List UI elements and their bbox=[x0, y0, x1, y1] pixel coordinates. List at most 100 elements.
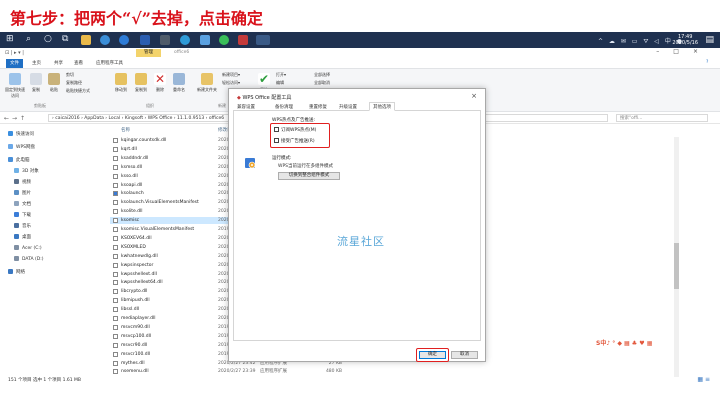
tab-upgrade[interactable]: 升级设置 bbox=[339, 104, 357, 110]
new-item-button[interactable]: 新建项目▾ bbox=[222, 72, 240, 78]
sidebar-item[interactable]: Acer (C:) bbox=[14, 245, 42, 251]
group-new: 新建 bbox=[218, 103, 226, 108]
sidebar-item[interactable]: 图片 bbox=[14, 190, 31, 196]
window-controls[interactable]: –□× bbox=[656, 48, 712, 55]
sidebar-item[interactable]: 此电脑 bbox=[8, 157, 30, 163]
tab-file[interactable]: 文件 bbox=[6, 59, 23, 68]
search-icon[interactable]: ⌕ bbox=[26, 34, 31, 44]
subscribe-hotspot-checkbox[interactable]: 订阅WPS热点(M) bbox=[274, 127, 316, 133]
window-title: office6 bbox=[174, 50, 190, 55]
select-all-button[interactable]: 全部选择 bbox=[314, 72, 330, 78]
store-icon[interactable] bbox=[140, 35, 150, 45]
help-icon[interactable]: ? bbox=[706, 60, 708, 65]
move-to-icon bbox=[115, 73, 127, 85]
checkbox-box[interactable] bbox=[274, 138, 279, 143]
sidebar-item[interactable]: 下载 bbox=[14, 212, 31, 218]
select-none-button[interactable]: 全部取消 bbox=[314, 80, 330, 86]
sidebar-item-label: 网络 bbox=[16, 270, 25, 275]
sidebar-item-label: 文档 bbox=[22, 202, 31, 207]
copy-path-button[interactable]: 复制路径 bbox=[66, 80, 82, 86]
sidebar-item[interactable]: 文档 bbox=[14, 201, 31, 207]
file-icon bbox=[113, 271, 118, 277]
notification-icon[interactable]: ▤ bbox=[705, 35, 714, 45]
file-icon bbox=[113, 235, 118, 241]
tab-view[interactable]: 查看 bbox=[74, 60, 83, 66]
tab-backup[interactable]: 备份清理 bbox=[275, 104, 293, 110]
media-icon[interactable] bbox=[180, 35, 190, 45]
tab-home[interactable]: 主页 bbox=[32, 60, 41, 66]
file-icon bbox=[113, 342, 118, 348]
delete-button[interactable]: ✕ 删除 bbox=[152, 73, 168, 93]
copy-button[interactable]: 复制 bbox=[28, 73, 44, 93]
ime-toolbar[interactable]: S中♪ ° ◆ ▦ ♣ ♥ ▦ bbox=[596, 338, 652, 347]
sidebar-item-label: 图片 bbox=[22, 191, 31, 196]
pin-button[interactable]: 固定到快速访问 bbox=[4, 73, 26, 99]
file-name: ksolaunch.VisualElementsManifest bbox=[121, 200, 199, 206]
taskbar: ⊞ ⌕ ○ ⧉ ^ ☁ ✉ ▭ ⛛ ◁ 中 ● 17:49 2020/5/16 … bbox=[0, 32, 720, 48]
tab-app-tools[interactable]: 应用程序工具 bbox=[96, 60, 123, 66]
tab-reset[interactable]: 重置修复 bbox=[309, 104, 327, 110]
paste-button[interactable]: 粘贴 bbox=[46, 73, 62, 93]
file-icon bbox=[113, 333, 118, 339]
edit-button[interactable]: 编辑 bbox=[276, 80, 284, 86]
wechat-icon[interactable] bbox=[219, 35, 229, 45]
close-icon[interactable]: × bbox=[471, 92, 477, 100]
folder-icon bbox=[8, 144, 13, 149]
ok-button[interactable]: 确定 bbox=[419, 351, 446, 359]
sidebar-item[interactable]: 3D 对象 bbox=[14, 168, 39, 174]
paste-shortcut-button[interactable]: 粘贴快捷方式 bbox=[66, 88, 90, 94]
windows-start-icon[interactable]: ⊞ bbox=[6, 34, 14, 44]
file-name: KSOXMLED bbox=[121, 244, 146, 250]
rename-button[interactable]: 重命名 bbox=[170, 73, 188, 93]
copy-to-button[interactable]: 复制到 bbox=[132, 73, 150, 93]
sidebar-item[interactable]: 快速访问 bbox=[8, 131, 34, 137]
manage-tab[interactable]: 管理 bbox=[136, 49, 161, 57]
sidebar-item-label: 音乐 bbox=[22, 224, 31, 229]
move-to-button[interactable]: 移动到 bbox=[112, 73, 130, 93]
switch-mode-button[interactable]: 切换到整合组件模式 bbox=[278, 172, 340, 180]
file-explorer-icon[interactable] bbox=[81, 35, 91, 45]
browser-icon[interactable] bbox=[119, 35, 129, 45]
sidebar-item[interactable]: 音乐 bbox=[14, 223, 31, 229]
watermark-text: 流星社区 bbox=[337, 235, 385, 248]
accept-ads-checkbox[interactable]: 接受广告推送(R) bbox=[274, 138, 315, 144]
open-button[interactable]: 打开▾ bbox=[276, 72, 286, 78]
nav-buttons[interactable]: ←→↑ bbox=[4, 115, 28, 122]
sidebar-item[interactable]: 网络 bbox=[8, 269, 25, 275]
edge-icon[interactable] bbox=[100, 35, 110, 45]
scrollbar-thumb[interactable] bbox=[674, 243, 679, 289]
sidebar-item[interactable]: DATA (D:) bbox=[14, 256, 44, 262]
cut-button[interactable]: 剪切 bbox=[66, 72, 74, 78]
wps-icon[interactable] bbox=[238, 35, 248, 45]
sidebar-item-label: 下载 bbox=[22, 213, 31, 218]
folder-icon bbox=[14, 256, 19, 261]
search-input[interactable]: 搜索"offi... bbox=[616, 114, 708, 122]
tab-compat[interactable]: 兼容设置 bbox=[237, 104, 255, 110]
view-toggle-icons[interactable]: ▦ ≡ bbox=[697, 376, 710, 383]
clock[interactable]: 17:49 2020/5/16 bbox=[672, 34, 698, 46]
file-name: ksoapi.dll bbox=[121, 182, 143, 188]
file-icon bbox=[113, 351, 118, 357]
sidebar-item[interactable]: 视频 bbox=[14, 179, 31, 185]
calculator-icon[interactable] bbox=[160, 35, 170, 45]
paste-icon bbox=[48, 73, 60, 85]
sidebar-item[interactable]: 桌面 bbox=[14, 234, 31, 240]
easy-access-button[interactable]: 轻松访问▾ bbox=[222, 80, 240, 86]
tab-other-options[interactable]: 其他选项 bbox=[369, 102, 395, 111]
new-folder-button[interactable]: 新建文件夹 bbox=[196, 73, 218, 93]
quick-access-toolbar[interactable]: ⊡ | ▸ ▾ | bbox=[5, 50, 24, 56]
copy-to-icon bbox=[135, 73, 147, 85]
checkbox-box[interactable] bbox=[274, 127, 279, 132]
tab-share[interactable]: 共享 bbox=[54, 60, 63, 66]
settings-tool-icon[interactable] bbox=[256, 35, 270, 45]
scrollbar[interactable] bbox=[674, 137, 679, 377]
group-organize: 组织 bbox=[146, 103, 154, 108]
column-name[interactable]: 名称 bbox=[121, 127, 130, 133]
cancel-button[interactable]: 取消 bbox=[451, 351, 478, 359]
cortana-icon[interactable]: ○ bbox=[44, 34, 52, 44]
task-view-icon[interactable]: ⧉ bbox=[62, 34, 68, 44]
system-tray[interactable]: ^ ☁ ✉ ▭ ⛛ ◁ 中 ● bbox=[598, 36, 684, 46]
file-icon bbox=[113, 316, 118, 321]
photos-icon[interactable] bbox=[200, 35, 210, 45]
sidebar-item[interactable]: WPS网盘 bbox=[8, 144, 35, 150]
